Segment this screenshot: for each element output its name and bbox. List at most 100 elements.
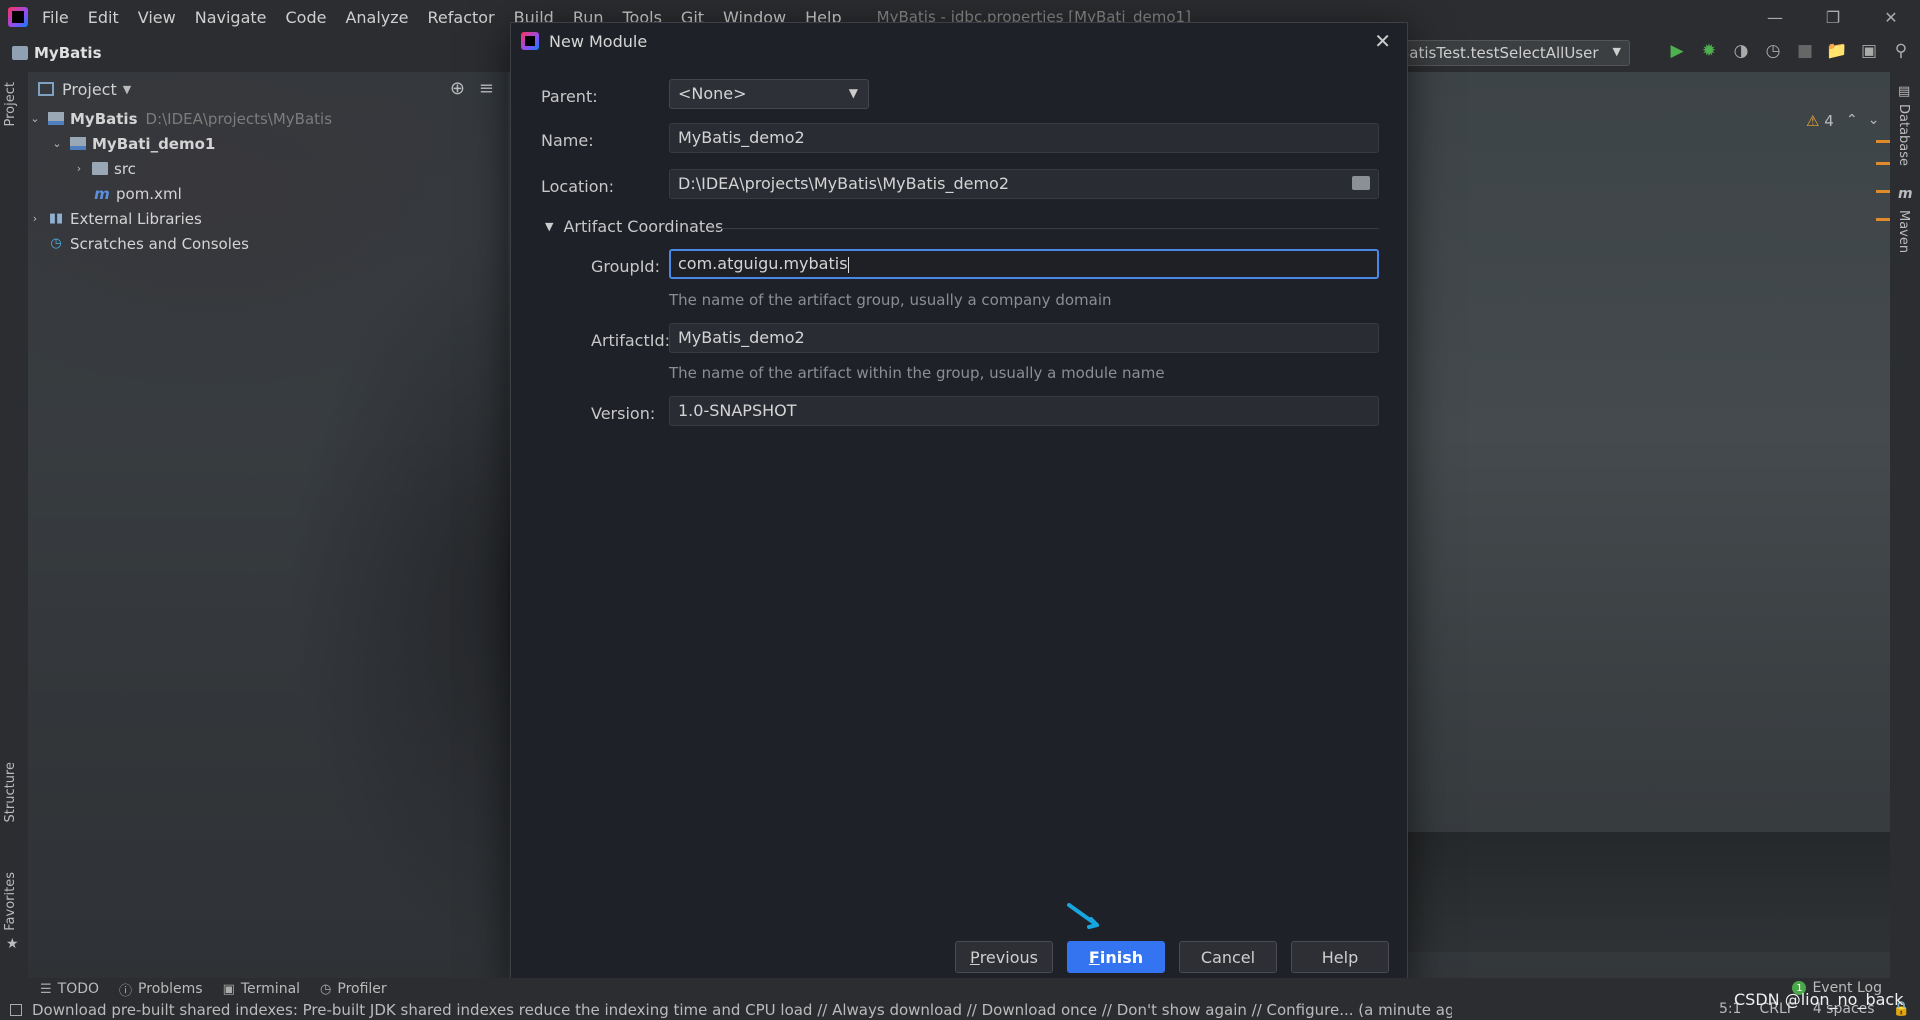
menu-edit[interactable]: Edit (88, 8, 119, 27)
close-icon[interactable]: ✕ (1374, 29, 1391, 53)
left-tool-strip: Project Structure Favorites ★ (0, 72, 26, 978)
terminal-label: Terminal (240, 981, 301, 997)
chevron-down-icon[interactable]: ⌄ (50, 137, 64, 150)
tree-item-pom[interactable]: m pom.xml (28, 181, 508, 206)
right-tool-strip: ▤ Database m Maven (1890, 72, 1920, 978)
text-caret (847, 256, 849, 273)
folder-icon (92, 162, 108, 175)
structure-tool-tab[interactable]: Structure (3, 762, 18, 822)
chevron-down-icon[interactable]: ⌄ (1868, 112, 1890, 128)
maven-icon: m (1898, 186, 1913, 202)
profiler-label: Profiler (337, 981, 387, 997)
version-label: Version: (591, 404, 656, 423)
tree-item-scratches[interactable]: ◷ Scratches and Consoles (28, 231, 508, 256)
chevron-down-icon[interactable]: ⌄ (28, 112, 42, 125)
status-message[interactable]: Download pre-built shared indexes: Pre-b… (32, 1001, 1452, 1019)
list-icon: ☰ (40, 981, 52, 997)
terminal-icon: ▣ (222, 981, 235, 997)
error-stripe-marker[interactable] (1876, 162, 1890, 165)
groupid-hint: The name of the artifact group, usually … (669, 291, 1112, 309)
intellij-logo-icon (8, 7, 28, 27)
module-folder-icon (48, 112, 64, 125)
location-input[interactable]: D:\IDEA\projects\MyBatis\MyBatis_demo2 (669, 169, 1379, 199)
tree-item-path: D:\IDEA\projects\MyBatis (145, 109, 333, 128)
error-stripe-marker[interactable] (1876, 218, 1890, 221)
menu-view[interactable]: View (138, 8, 176, 27)
database-tool-tab[interactable]: Database (1896, 104, 1911, 166)
tree-item-mybati-demo1[interactable]: ⌄ MyBati_demo1 (28, 131, 508, 156)
favorites-tool-tab[interactable]: Favorites (3, 872, 18, 931)
parent-select[interactable]: <None> ▼ (669, 79, 869, 109)
tree-item-external-libraries[interactable]: › ▮▮ External Libraries (28, 206, 508, 231)
terminal-tool-tab[interactable]: ▣ Terminal (223, 981, 300, 997)
chevron-up-icon[interactable]: ⌃ (1846, 112, 1868, 128)
terminal-window-icon[interactable]: ▣ (1858, 40, 1880, 62)
module-folder-icon (70, 137, 86, 150)
groupid-input[interactable]: com.atguigu.mybatis (669, 249, 1379, 279)
error-stripe-marker[interactable] (1876, 190, 1890, 193)
tree-item-label: MyBati_demo1 (92, 134, 216, 153)
artifactid-hint: The name of the artifact within the grou… (669, 364, 1165, 382)
artifact-coordinates-toggle[interactable]: ▼ Artifact Coordinates (545, 217, 723, 236)
problems-tool-tab[interactable]: ⓘ Problems (119, 980, 203, 999)
previous-button[interactable]: Previous (955, 941, 1053, 973)
search-icon[interactable]: ⚲ (1890, 40, 1912, 62)
project-structure-icon[interactable]: 📁 (1826, 40, 1848, 62)
breadcrumb[interactable]: MyBatis (12, 44, 102, 62)
chevron-right-icon[interactable]: › (72, 162, 86, 175)
minimize-icon[interactable]: — (1746, 0, 1804, 34)
version-value: 1.0-SNAPSHOT (678, 401, 797, 420)
project-panel-tools: ⊕ ≡ (450, 78, 494, 99)
profiler-tool-tab[interactable]: ◷ Profiler (320, 981, 387, 997)
finish-button[interactable]: Finish (1067, 941, 1165, 973)
maven-file-icon: m (94, 184, 110, 203)
maven-tool-tab[interactable]: Maven (1896, 210, 1911, 253)
stop-icon[interactable]: ■ (1794, 40, 1816, 62)
browse-folder-icon[interactable] (1352, 176, 1370, 190)
run-config-select[interactable]: BatisTest.testSelectAllUser ▼ (1390, 40, 1630, 66)
database-icon: ▤ (1898, 84, 1911, 99)
project-view-icon (38, 82, 54, 96)
debug-icon[interactable]: ✹ (1698, 40, 1720, 62)
chevron-right-icon[interactable]: › (28, 212, 42, 225)
previous-label: revious (979, 947, 1038, 967)
run-config-label: BatisTest.testSelectAllUser (1399, 44, 1599, 62)
tree-item-label: External Libraries (70, 209, 202, 228)
project-tool-tab[interactable]: Project (3, 82, 18, 126)
menu-file[interactable]: File (42, 8, 69, 27)
version-input[interactable]: 1.0-SNAPSHOT (669, 396, 1379, 426)
dialog-title: New Module (549, 31, 648, 51)
profile-icon[interactable]: ◷ (1762, 40, 1784, 62)
menu-navigate[interactable]: Navigate (195, 8, 267, 27)
error-stripe-marker[interactable] (1876, 140, 1890, 143)
todo-tool-tab[interactable]: ☰ TODO (40, 981, 99, 997)
tree-item-src[interactable]: › src (28, 156, 508, 181)
groupid-value: com.atguigu.mybatis (678, 254, 848, 273)
dialog-titlebar: New Module ✕ (511, 23, 1407, 59)
menu-code[interactable]: Code (286, 8, 327, 27)
artifactid-input[interactable]: MyBatis_demo2 (669, 323, 1379, 353)
new-module-dialog: New Module ✕ Parent: <None> ▼ Name: MyBa… (510, 22, 1408, 988)
cancel-button[interactable]: Cancel (1179, 941, 1277, 973)
location-label: Location: (541, 177, 615, 196)
locate-icon[interactable]: ⊕ (450, 78, 465, 99)
coverage-icon[interactable]: ◑ (1730, 40, 1752, 62)
run-icon[interactable]: ▶ (1666, 40, 1688, 62)
menu-refactor[interactable]: Refactor (428, 8, 495, 27)
collapse-all-icon[interactable]: ≡ (479, 78, 494, 99)
name-value: MyBatis_demo2 (678, 128, 805, 147)
problems-label: Problems (138, 981, 203, 997)
tree-item-mybatis[interactable]: ⌄ MyBatis D:\IDEA\projects\MyBatis (28, 106, 508, 131)
artifactid-value: MyBatis_demo2 (678, 328, 805, 347)
intellij-logo-icon (521, 32, 539, 50)
project-panel-header[interactable]: Project ▼ (28, 72, 508, 106)
menu-analyze[interactable]: Analyze (345, 8, 408, 27)
groupid-label: GroupId: (591, 257, 660, 276)
close-window-icon[interactable]: ✕ (1862, 0, 1920, 34)
warning-indicator[interactable]: ⚠ 4 (1806, 112, 1834, 130)
tool-windows-toggle-icon[interactable] (10, 1004, 22, 1016)
name-input[interactable]: MyBatis_demo2 (669, 123, 1379, 153)
restore-icon[interactable]: ❐ (1804, 0, 1862, 34)
project-panel: Project ▼ ⊕ ≡ ⌄ MyBatis D:\IDEA\projects… (28, 72, 508, 978)
help-button[interactable]: Help (1291, 941, 1389, 973)
